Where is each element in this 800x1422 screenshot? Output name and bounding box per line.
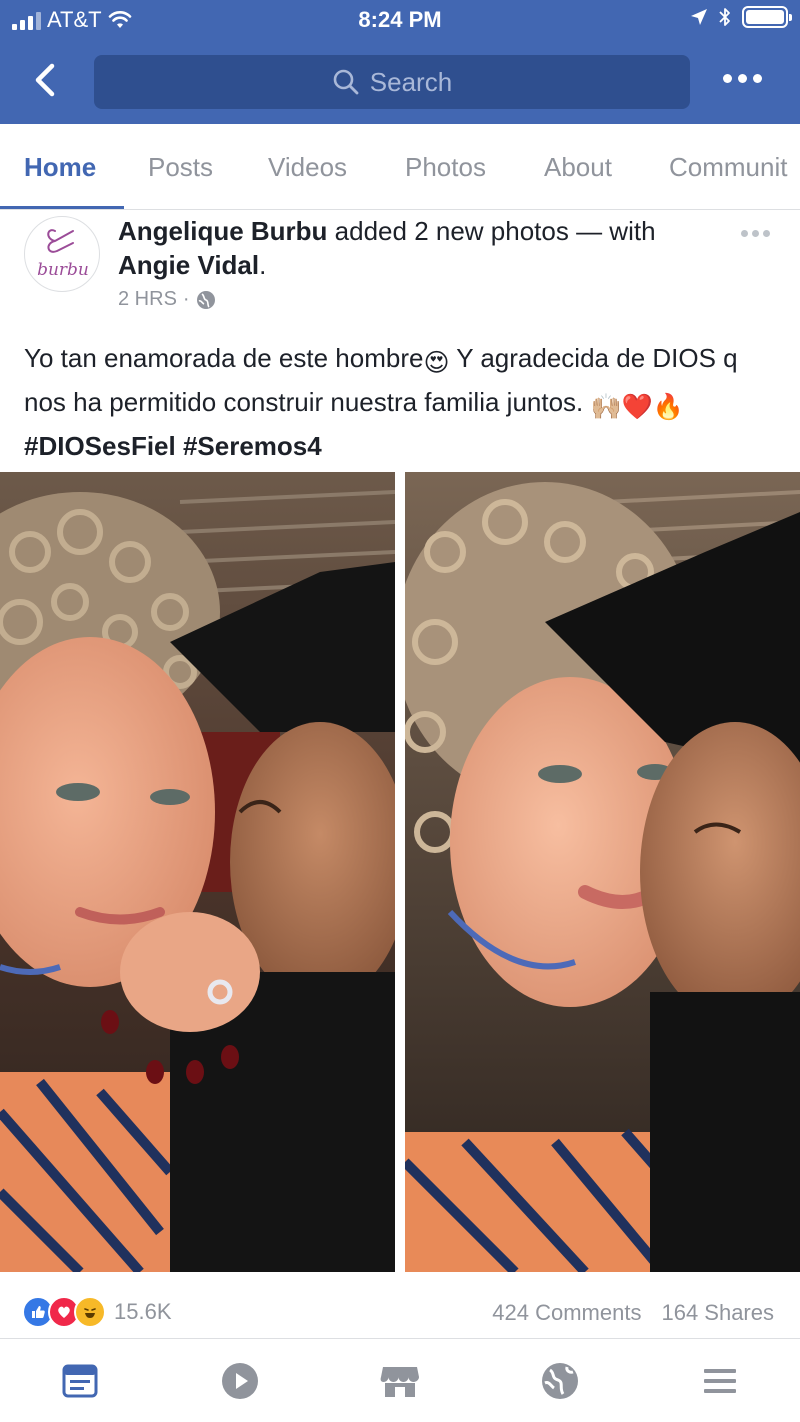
video-play-icon	[222, 1363, 258, 1399]
globe-notifications-icon	[542, 1363, 578, 1399]
post-stats: 424 Comments 164 Shares	[492, 1300, 774, 1326]
status-right	[690, 6, 792, 28]
post-options-button[interactable]	[741, 230, 770, 237]
post-action-text: added 2 new photos — with	[334, 216, 656, 246]
search-icon	[333, 69, 359, 95]
tab-community[interactable]: Communit	[669, 152, 787, 183]
more-options-button[interactable]	[723, 74, 762, 83]
meta-separator: ·	[182, 288, 190, 310]
tab-posts[interactable]: Posts	[148, 152, 213, 183]
reactions-count: 15.6K	[114, 1299, 172, 1324]
active-tab-indicator	[0, 206, 124, 209]
post-meta: 2 HRS ·	[118, 288, 216, 311]
post-photo-2[interactable]	[405, 472, 800, 1272]
video-tab[interactable]	[218, 1359, 262, 1403]
options-dot-icon	[763, 230, 770, 237]
bottom-nav-bar	[0, 1338, 800, 1422]
post-timestamp[interactable]: 2 HRS	[118, 288, 177, 311]
hashtags: #DIOSesFiel #Seremos4	[24, 431, 322, 461]
menu-hamburger-icon	[704, 1369, 736, 1393]
status-bar: AT&T 8:24 PM	[0, 0, 800, 40]
back-button[interactable]	[24, 58, 68, 102]
author-name-link[interactable]: Angelique Burbu	[118, 216, 327, 246]
comments-count-link[interactable]: 424 Comments	[492, 1300, 641, 1326]
post-text-line1: Yo tan enamorada de este hombre	[24, 343, 424, 373]
photo-1-image	[0, 472, 395, 1272]
globe-public-icon	[196, 290, 215, 309]
search-input[interactable]: Search	[94, 55, 690, 109]
shares-count-link[interactable]: 164 Shares	[661, 1300, 774, 1326]
avatar[interactable]: burbu	[24, 216, 100, 292]
heart-eyes-emoji: 😍	[423, 349, 450, 377]
tab-photos[interactable]: Photos	[405, 152, 486, 183]
hashtag-link[interactable]: #DIOSesFiel	[24, 431, 176, 461]
notifications-tab[interactable]	[538, 1359, 582, 1403]
app-header: AT&T 8:24 PM Search	[0, 0, 800, 124]
status-time: 8:24 PM	[358, 7, 442, 32]
svg-text:burbu: burbu	[37, 260, 89, 280]
news-feed-icon	[62, 1364, 98, 1398]
battery-icon	[742, 6, 792, 28]
chevron-left-icon	[35, 63, 55, 97]
post-headline: Angelique Burbu added 2 new photos — wit…	[118, 214, 718, 282]
photo-2-image	[405, 472, 800, 1272]
news-feed-tab[interactable]	[58, 1359, 102, 1403]
emoji-sequence: 🙌🏼❤️🔥	[590, 393, 684, 421]
location-arrow-icon	[691, 9, 707, 25]
post-photo-1[interactable]	[0, 472, 395, 1272]
menu-tab[interactable]	[698, 1359, 742, 1403]
hashtag-link[interactable]: #Seremos4	[183, 431, 322, 461]
post-body: Yo tan enamorada de este hombre😍 Y agrad…	[24, 336, 784, 468]
top-nav-bar: Search	[0, 50, 800, 114]
tagged-user-link[interactable]: Angie Vidal	[118, 250, 259, 280]
tab-about[interactable]: About	[544, 152, 612, 183]
headline-suffix: .	[259, 250, 267, 280]
search-placeholder: Search	[369, 66, 453, 97]
haha-reaction-icon	[74, 1296, 106, 1328]
options-dot-icon	[741, 230, 748, 237]
tab-videos[interactable]: Videos	[268, 152, 347, 183]
reactions-summary[interactable]: 15.6K	[22, 1296, 172, 1328]
marketplace-store-icon	[380, 1367, 419, 1397]
more-dot-icon	[738, 74, 747, 83]
options-dot-icon	[752, 230, 759, 237]
tab-home[interactable]: Home	[24, 152, 96, 183]
page-tabs: Home Posts Videos Photos About Communit	[0, 124, 800, 210]
bluetooth-icon	[719, 8, 730, 26]
more-dot-icon	[753, 74, 762, 83]
marketplace-tab[interactable]	[378, 1359, 422, 1403]
burbu-logo-icon: burbu	[37, 229, 89, 280]
more-dot-icon	[723, 74, 732, 83]
